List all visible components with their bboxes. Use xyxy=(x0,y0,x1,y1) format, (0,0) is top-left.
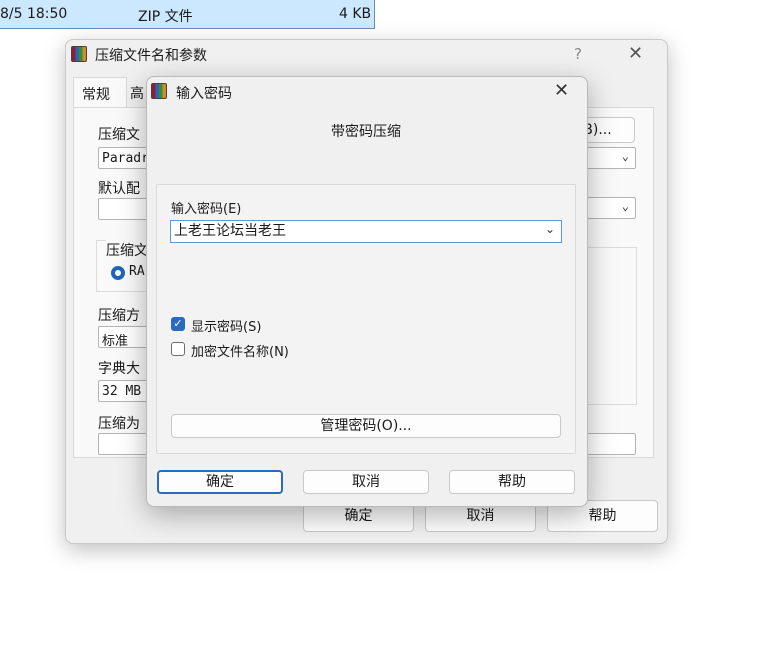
format-group-label: 压缩文 xyxy=(106,240,148,260)
dialog-cancel-label: 取消 xyxy=(352,474,380,490)
dialog-heading: 带密码压缩 xyxy=(331,124,401,140)
manage-passwords-label: 管理密码(O)... xyxy=(320,418,412,434)
tab-advanced-label: 高 xyxy=(130,86,144,102)
tab-advanced[interactable]: 高 xyxy=(130,83,144,103)
back-help-label: 帮助 xyxy=(588,508,617,524)
dialog-help-button[interactable]: 帮助 xyxy=(449,470,575,494)
winrar-logo-icon xyxy=(151,83,167,99)
profile-dropdown[interactable]: ⌄ xyxy=(586,197,636,219)
show-password-checkbox[interactable]: ✓ xyxy=(171,317,185,331)
password-input[interactable]: 上老王论坛当老王 ⌄ xyxy=(170,220,562,243)
manage-passwords-button[interactable]: 管理密码(O)... xyxy=(171,414,561,438)
format-rar-label: RA xyxy=(129,264,145,279)
back-cancel-label: 取消 xyxy=(466,508,495,524)
tab-general[interactable]: 常规 xyxy=(73,77,127,107)
dialog-title: 输入密码 xyxy=(176,86,232,102)
tab-general-label: 常规 xyxy=(82,87,110,103)
dialog-ok-label: 确定 xyxy=(206,474,234,490)
dictionary-label: 字典大 xyxy=(98,361,140,377)
window-title: 压缩文件名和参数 xyxy=(95,48,207,64)
file-list-row[interactable]: 8/5 18:50 ZIP 文件 4 KB xyxy=(0,0,375,29)
profile-label: 默认配 xyxy=(98,181,140,197)
encrypt-names-label: 加密文件名称(N) xyxy=(191,345,289,360)
file-date: 8/5 18:50 xyxy=(0,6,68,22)
split-label: 压缩为 xyxy=(98,416,140,432)
file-type: ZIP 文件 xyxy=(138,9,193,25)
back-ok-label: 确定 xyxy=(344,508,373,524)
winrar-logo-icon xyxy=(71,46,87,62)
method-label: 压缩方 xyxy=(98,308,140,324)
dialog-help-label: 帮助 xyxy=(498,474,526,490)
right-group xyxy=(586,247,637,405)
archive-name-label: 压缩文 xyxy=(98,127,140,143)
chevron-down-icon: ⌄ xyxy=(621,149,629,163)
dialog-cancel-button[interactable]: 取消 xyxy=(303,470,429,494)
show-password-label: 显示密码(S) xyxy=(191,320,262,335)
help-icon[interactable]: ? xyxy=(574,45,582,63)
encrypt-names-checkbox[interactable] xyxy=(171,342,185,356)
format-rar-radio[interactable] xyxy=(111,266,125,280)
split-dropdown[interactable] xyxy=(586,433,636,455)
chevron-down-icon: ⌄ xyxy=(621,199,629,213)
password-label: 输入密码(E) xyxy=(171,202,242,217)
close-icon[interactable]: ✕ xyxy=(628,43,643,64)
password-value: 上老王论坛当老王 xyxy=(174,223,286,239)
dialog-ok-button[interactable]: 确定 xyxy=(157,470,283,494)
close-icon[interactable]: ✕ xyxy=(554,80,569,101)
chevron-down-icon[interactable]: ⌄ xyxy=(545,220,555,239)
archive-name-dropdown[interactable]: ⌄ xyxy=(586,147,636,169)
file-size: 4 KB xyxy=(339,6,372,22)
